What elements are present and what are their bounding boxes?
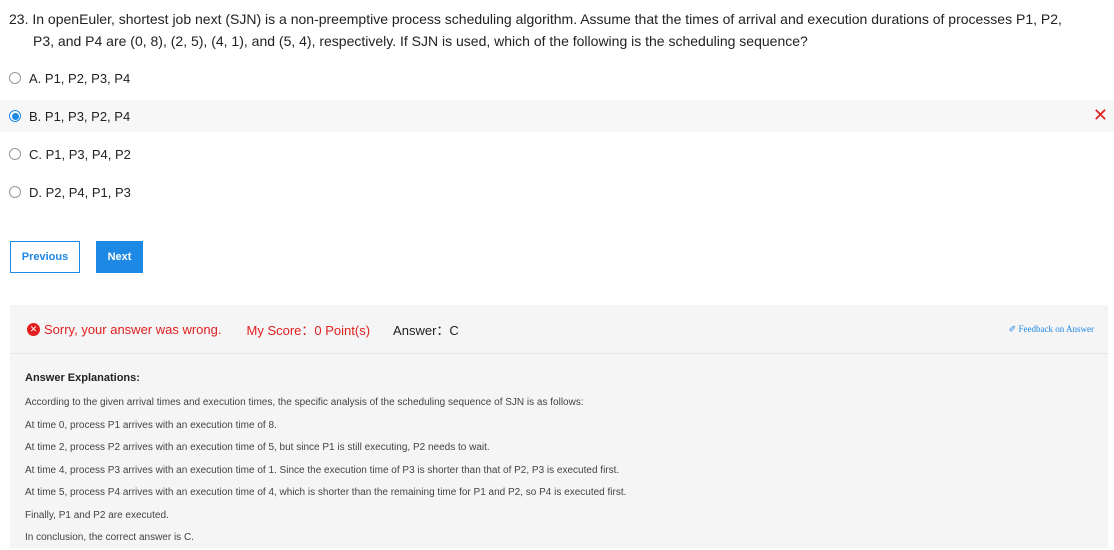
explanation-line: Finally, P1 and P2 are executed. xyxy=(25,509,169,521)
wrong-answer-icon: ✕ xyxy=(1092,105,1108,125)
question-line-2: P3, and P4 are (0, 8), (2, 5), (4, 1), a… xyxy=(33,33,808,49)
feedback-link[interactable]: ✐ Feedback on Answer xyxy=(1009,324,1094,335)
next-button[interactable]: Next xyxy=(96,241,143,273)
explanation-line: According to the given arrival times and… xyxy=(25,397,584,408)
result-message: Sorry, your answer was wrong. xyxy=(44,321,222,337)
option-c[interactable]: C. P1, P3, P4, P2 xyxy=(0,138,1114,170)
result-panel: ✕ Sorry, your answer was wrong. My Score… xyxy=(10,305,1108,548)
explanation-line: At time 5, process P4 arrives with an ex… xyxy=(25,487,627,498)
explanation-line: At time 2, process P2 arrives with an ex… xyxy=(25,442,490,453)
option-c-radio[interactable] xyxy=(9,148,21,160)
explanation-title: Answer Explanations: xyxy=(25,372,140,384)
result-bar: ✕ Sorry, your answer was wrong. My Score… xyxy=(10,305,1108,354)
option-a-label: A. P1, P2, P3, P4 xyxy=(29,70,131,86)
question-text: 23. In openEuler, shortest job next (SJN… xyxy=(9,8,1099,52)
question-number: 23. xyxy=(9,11,29,27)
error-icon: ✕ xyxy=(27,322,40,336)
option-b[interactable]: B. P1, P3, P2, P4 ✕ xyxy=(0,100,1114,132)
answer-options: A. P1, P2, P3, P4 B. P1, P3, P2, P4 ✕ C.… xyxy=(0,62,1114,214)
explanation-line: In conclusion, the correct answer is C. xyxy=(25,532,194,543)
my-score: My Score：0 Point(s) xyxy=(246,322,371,338)
option-c-label: C. P1, P3, P4, P2 xyxy=(29,146,131,162)
option-b-label: B. P1, P3, P2, P4 xyxy=(29,108,131,124)
option-d-label: D. P2, P4, P1, P3 xyxy=(29,184,131,200)
question-line-1: In openEuler, shortest job next (SJN) is… xyxy=(32,11,1062,27)
option-d-radio[interactable] xyxy=(9,186,21,198)
option-d[interactable]: D. P2, P4, P1, P3 xyxy=(0,176,1114,208)
option-a[interactable]: A. P1, P2, P3, P4 xyxy=(0,62,1114,94)
explanation-line: At time 4, process P3 arrives with an ex… xyxy=(25,464,620,476)
explanation-line: At time 0, process P1 arrives with an ex… xyxy=(25,419,277,431)
correct-answer: Answer：C xyxy=(393,322,459,338)
answer-explanations: Answer Explanations: According to the gi… xyxy=(10,354,1108,550)
previous-button[interactable]: Previous xyxy=(10,241,80,273)
option-b-radio[interactable] xyxy=(9,110,21,122)
option-a-radio[interactable] xyxy=(9,72,21,84)
